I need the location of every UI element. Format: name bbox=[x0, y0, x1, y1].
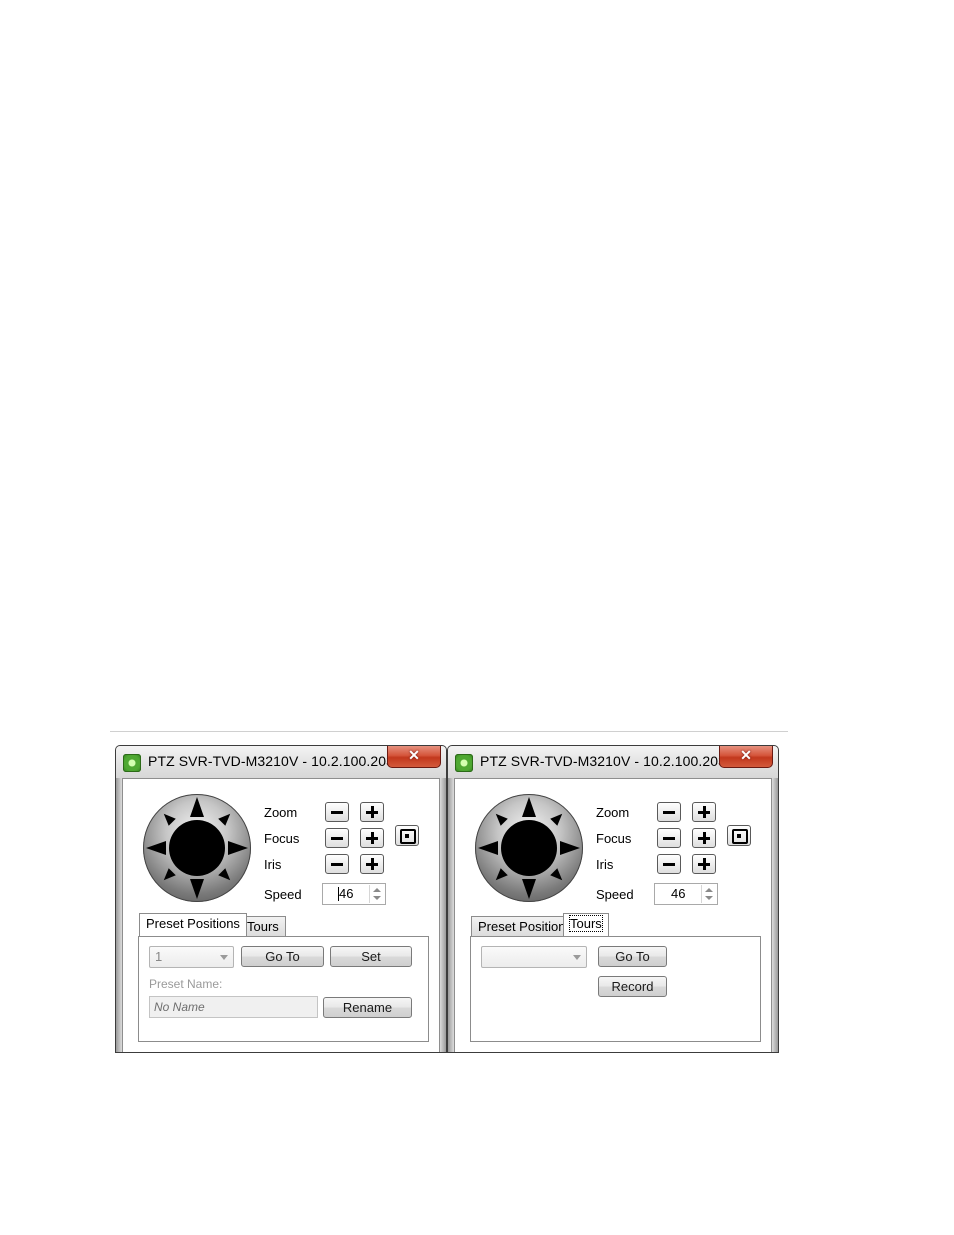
zoom-out-button[interactable] bbox=[325, 802, 349, 822]
focus-near-button[interactable] bbox=[325, 828, 349, 848]
window-title: PTZ SVR-TVD-M3210V - 10.2.100.203 bbox=[480, 753, 727, 769]
focus-near-button[interactable] bbox=[657, 828, 681, 848]
title-bar[interactable]: PTZ SVR-TVD-M3210V - 10.2.100.203 ✕ bbox=[116, 746, 446, 778]
minus-icon bbox=[663, 863, 675, 866]
spin-up-icon[interactable] bbox=[373, 888, 381, 892]
speed-value: 46 bbox=[671, 886, 686, 901]
iris-label: Iris bbox=[264, 857, 282, 872]
direction-joystick[interactable] bbox=[475, 794, 583, 902]
preset-name-caption: Preset Name: bbox=[149, 977, 223, 991]
close-button[interactable]: ✕ bbox=[719, 746, 773, 768]
window-client-area: Zoom Focus Iris Speed 46 Preset Position… bbox=[454, 778, 772, 1052]
minus-icon bbox=[331, 837, 343, 840]
speed-label: Speed bbox=[264, 887, 302, 902]
title-bar[interactable]: PTZ SVR-TVD-M3210V - 10.2.100.203 ✕ bbox=[448, 746, 778, 778]
iris-open-button[interactable] bbox=[692, 854, 716, 874]
pan-up-left-arrow-icon[interactable] bbox=[160, 810, 176, 826]
ptz-window-presets: PTZ SVR-TVD-M3210V - 10.2.100.203 ✕ Zoom… bbox=[115, 745, 447, 1053]
speed-spinbox[interactable]: 46 bbox=[654, 883, 718, 905]
ptz-app-icon bbox=[123, 754, 141, 772]
speed-spinner[interactable] bbox=[701, 885, 716, 903]
pan-right-arrow-icon[interactable] bbox=[228, 841, 248, 855]
speed-value: 46 bbox=[339, 886, 354, 901]
preset-dropdown[interactable]: 1 bbox=[149, 946, 234, 968]
ptz-app-icon bbox=[455, 754, 473, 772]
iris-close-button[interactable] bbox=[325, 854, 349, 874]
ptz-window-tours: PTZ SVR-TVD-M3210V - 10.2.100.203 ✕ Zoom… bbox=[447, 745, 779, 1053]
pan-down-left-arrow-icon[interactable] bbox=[160, 868, 176, 884]
minus-icon bbox=[663, 837, 675, 840]
pan-down-right-arrow-icon[interactable] bbox=[550, 868, 566, 884]
joystick-hub[interactable] bbox=[169, 820, 225, 876]
zoom-in-button[interactable] bbox=[692, 802, 716, 822]
focus-far-button[interactable] bbox=[692, 828, 716, 848]
auto-focus-button[interactable] bbox=[727, 825, 751, 846]
separator-line bbox=[110, 731, 788, 732]
speed-spinbox[interactable]: 46 bbox=[322, 883, 386, 905]
zoom-label: Zoom bbox=[264, 805, 298, 820]
pan-right-arrow-icon[interactable] bbox=[560, 841, 580, 855]
direction-joystick[interactable] bbox=[143, 794, 251, 902]
window-title: PTZ SVR-TVD-M3210V - 10.2.100.203 bbox=[148, 753, 395, 769]
pan-left-arrow-icon[interactable] bbox=[478, 841, 498, 855]
pan-up-arrow-icon[interactable] bbox=[522, 797, 536, 817]
zoom-in-button[interactable] bbox=[360, 802, 384, 822]
set-preset-button[interactable]: Set bbox=[330, 946, 412, 967]
pan-up-left-arrow-icon[interactable] bbox=[492, 810, 508, 826]
preset-dropdown-value: 1 bbox=[155, 949, 163, 964]
auto-focus-button[interactable] bbox=[395, 825, 419, 846]
window-frame-right bbox=[772, 778, 778, 1052]
goto-tour-button[interactable]: Go To bbox=[598, 946, 667, 967]
pan-left-arrow-icon[interactable] bbox=[146, 841, 166, 855]
zoom-out-button[interactable] bbox=[657, 802, 681, 822]
minus-icon bbox=[331, 811, 343, 814]
tab-preset-positions[interactable]: Preset Positions bbox=[139, 913, 247, 936]
pan-up-right-arrow-icon[interactable] bbox=[218, 810, 234, 826]
pan-up-arrow-icon[interactable] bbox=[190, 797, 204, 817]
minus-icon bbox=[331, 863, 343, 866]
speed-spinner[interactable] bbox=[369, 885, 384, 903]
spin-down-icon[interactable] bbox=[705, 896, 713, 900]
pan-up-right-arrow-icon[interactable] bbox=[550, 810, 566, 826]
pan-down-arrow-icon[interactable] bbox=[522, 879, 536, 899]
iris-close-button[interactable] bbox=[657, 854, 681, 874]
goto-preset-button[interactable]: Go To bbox=[241, 946, 324, 967]
window-client-area: Zoom Focus Iris Speed 46 Preset Position… bbox=[122, 778, 440, 1052]
pan-down-left-arrow-icon[interactable] bbox=[492, 868, 508, 884]
window-frame-right bbox=[440, 778, 446, 1052]
minus-icon bbox=[663, 811, 675, 814]
tab-panel-tours: Go To Record bbox=[470, 936, 761, 1042]
iris-open-button[interactable] bbox=[360, 854, 384, 874]
focus-far-button[interactable] bbox=[360, 828, 384, 848]
pan-down-right-arrow-icon[interactable] bbox=[218, 868, 234, 884]
focus-label: Focus bbox=[264, 831, 300, 846]
tab-tours[interactable]: Tours bbox=[563, 913, 609, 936]
tab-panel-presets: 1 Go To Set Preset Name: No Name Rename bbox=[138, 936, 429, 1042]
iris-label: Iris bbox=[596, 857, 614, 872]
focus-label: Focus bbox=[596, 831, 632, 846]
preset-name-field[interactable]: No Name bbox=[149, 996, 318, 1018]
pan-down-arrow-icon[interactable] bbox=[190, 879, 204, 899]
speed-label: Speed bbox=[596, 887, 634, 902]
chevron-down-icon bbox=[220, 955, 228, 960]
chevron-down-icon bbox=[573, 955, 581, 960]
record-tour-button[interactable]: Record bbox=[598, 976, 667, 997]
zoom-label: Zoom bbox=[596, 805, 630, 820]
spin-down-icon[interactable] bbox=[373, 896, 381, 900]
close-button[interactable]: ✕ bbox=[387, 746, 441, 768]
joystick-hub[interactable] bbox=[501, 820, 557, 876]
spin-up-icon[interactable] bbox=[705, 888, 713, 892]
rename-preset-button[interactable]: Rename bbox=[323, 997, 412, 1018]
tour-dropdown[interactable] bbox=[481, 946, 587, 968]
